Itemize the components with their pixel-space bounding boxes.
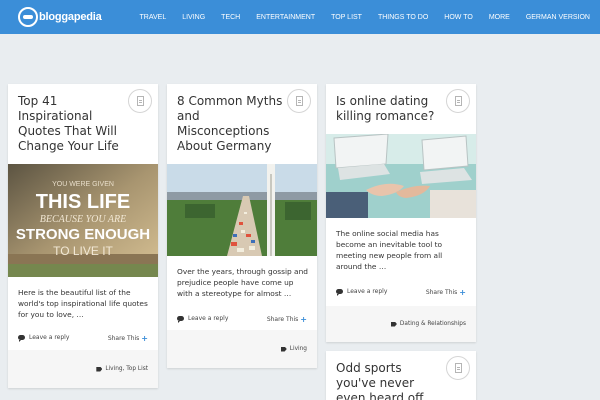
post-thumbnail[interactable] bbox=[167, 164, 317, 256]
nav-item-entertainment[interactable]: ENTERTAINMENT bbox=[256, 14, 315, 21]
leave-reply-label: Leave a reply bbox=[347, 288, 388, 295]
quote-image: YOU WERE GIVEN THIS LIFE BECAUSE YOU ARE… bbox=[8, 164, 158, 277]
svg-text:TO LIVE IT: TO LIVE IT bbox=[53, 244, 113, 258]
tags-label: Living, Top List bbox=[105, 366, 148, 372]
post-title[interactable]: Top 41 Inspirational Quotes That Will Ch… bbox=[18, 94, 126, 154]
share-label: Share This bbox=[266, 316, 299, 323]
comment-icon bbox=[18, 335, 25, 342]
card-footer: Living, Top List bbox=[8, 350, 158, 388]
post-format-button[interactable] bbox=[446, 356, 470, 380]
share-label: Share This bbox=[425, 289, 458, 296]
comment-icon bbox=[336, 289, 343, 296]
post-tags[interactable]: Living, Top List bbox=[96, 366, 148, 372]
plus-icon: + bbox=[141, 334, 148, 343]
logo-icon bbox=[18, 7, 38, 27]
post-card: 8 Common Myths and Misconceptions About … bbox=[167, 84, 317, 368]
post-title[interactable]: Odd sports you've never even heard off bbox=[336, 361, 444, 400]
post-card: Odd sports you've never even heard off bbox=[326, 351, 476, 400]
tag-icon bbox=[280, 346, 287, 352]
post-format-button[interactable] bbox=[446, 89, 470, 113]
post-excerpt: The online social media has become an in… bbox=[336, 229, 443, 271]
document-icon bbox=[137, 96, 144, 106]
post-title[interactable]: 8 Common Myths and Misconceptions About … bbox=[177, 94, 285, 154]
nav-item-how-to[interactable]: HOW TO bbox=[444, 14, 473, 21]
tags-label: Dating & Relationships bbox=[399, 321, 466, 327]
main-nav: TRAVEL LIVING TECH ENTERTAINMENT TOP LIS… bbox=[124, 0, 591, 34]
leave-reply-link[interactable]: Leave a reply bbox=[177, 315, 229, 323]
tags-label: Living bbox=[289, 346, 307, 352]
nav-item-german-version[interactable]: GERMAN VERSION bbox=[526, 14, 590, 21]
quote-line-1: YOU WERE GIVEN bbox=[52, 181, 114, 188]
post-excerpt: Over the years, through gossip and preju… bbox=[177, 267, 308, 298]
leave-reply-link[interactable]: Leave a reply bbox=[18, 334, 70, 342]
document-icon bbox=[296, 96, 303, 106]
svg-text:THIS LIFE: THIS LIFE bbox=[36, 191, 130, 213]
post-tags[interactable]: Living bbox=[280, 346, 307, 352]
svg-text:STRONG ENOUGH: STRONG ENOUGH bbox=[16, 226, 150, 243]
site-header: bloggapedia TRAVEL LIVING TECH ENTERTAIN… bbox=[0, 0, 600, 34]
post-excerpt: Here is the beautiful list of the world'… bbox=[18, 288, 148, 319]
post-tags[interactable]: Dating & Relationships bbox=[390, 321, 466, 327]
post-thumbnail[interactable]: YOU WERE GIVEN THIS LIFE BECAUSE YOU ARE… bbox=[8, 164, 158, 277]
post-format-button[interactable] bbox=[287, 89, 311, 113]
dating-image bbox=[326, 134, 476, 218]
post-card: Top 41 Inspirational Quotes That Will Ch… bbox=[8, 84, 158, 388]
share-button[interactable]: Share This + bbox=[267, 315, 307, 324]
post-card: Is online dating killing romance? The on… bbox=[326, 84, 476, 342]
plus-icon: + bbox=[459, 288, 466, 297]
site-logo[interactable]: bloggapedia bbox=[18, 5, 102, 29]
svg-text:BECAUSE YOU ARE: BECAUSE YOU ARE bbox=[40, 214, 126, 225]
nav-item-living[interactable]: LIVING bbox=[182, 14, 205, 21]
tag-icon bbox=[96, 366, 103, 372]
nav-item-tech[interactable]: TECH bbox=[221, 14, 240, 21]
leave-reply-link[interactable]: Leave a reply bbox=[336, 288, 388, 296]
share-label: Share This bbox=[107, 335, 140, 342]
comment-icon bbox=[177, 316, 184, 323]
document-icon bbox=[455, 363, 462, 373]
nav-item-top-list[interactable]: TOP LIST bbox=[331, 14, 362, 21]
post-thumbnail[interactable] bbox=[326, 134, 476, 218]
share-button[interactable]: Share This + bbox=[108, 334, 148, 343]
card-footer: Dating & Relationships bbox=[326, 306, 476, 342]
leave-reply-label: Leave a reply bbox=[188, 315, 229, 322]
plus-icon: + bbox=[300, 315, 307, 324]
post-format-button[interactable] bbox=[128, 89, 152, 113]
card-footer: Living bbox=[167, 330, 317, 368]
nav-item-more[interactable]: MORE bbox=[489, 14, 510, 21]
leave-reply-label: Leave a reply bbox=[29, 334, 70, 341]
tag-icon bbox=[390, 321, 397, 327]
logo-text: bloggapedia bbox=[39, 11, 102, 23]
berlin-image bbox=[167, 164, 317, 256]
nav-item-things-to-do[interactable]: THINGS TO DO bbox=[378, 14, 428, 21]
share-button[interactable]: Share This + bbox=[426, 288, 466, 297]
post-title[interactable]: Is online dating killing romance? bbox=[336, 94, 444, 124]
document-icon bbox=[455, 96, 462, 106]
nav-item-travel[interactable]: TRAVEL bbox=[140, 14, 167, 21]
